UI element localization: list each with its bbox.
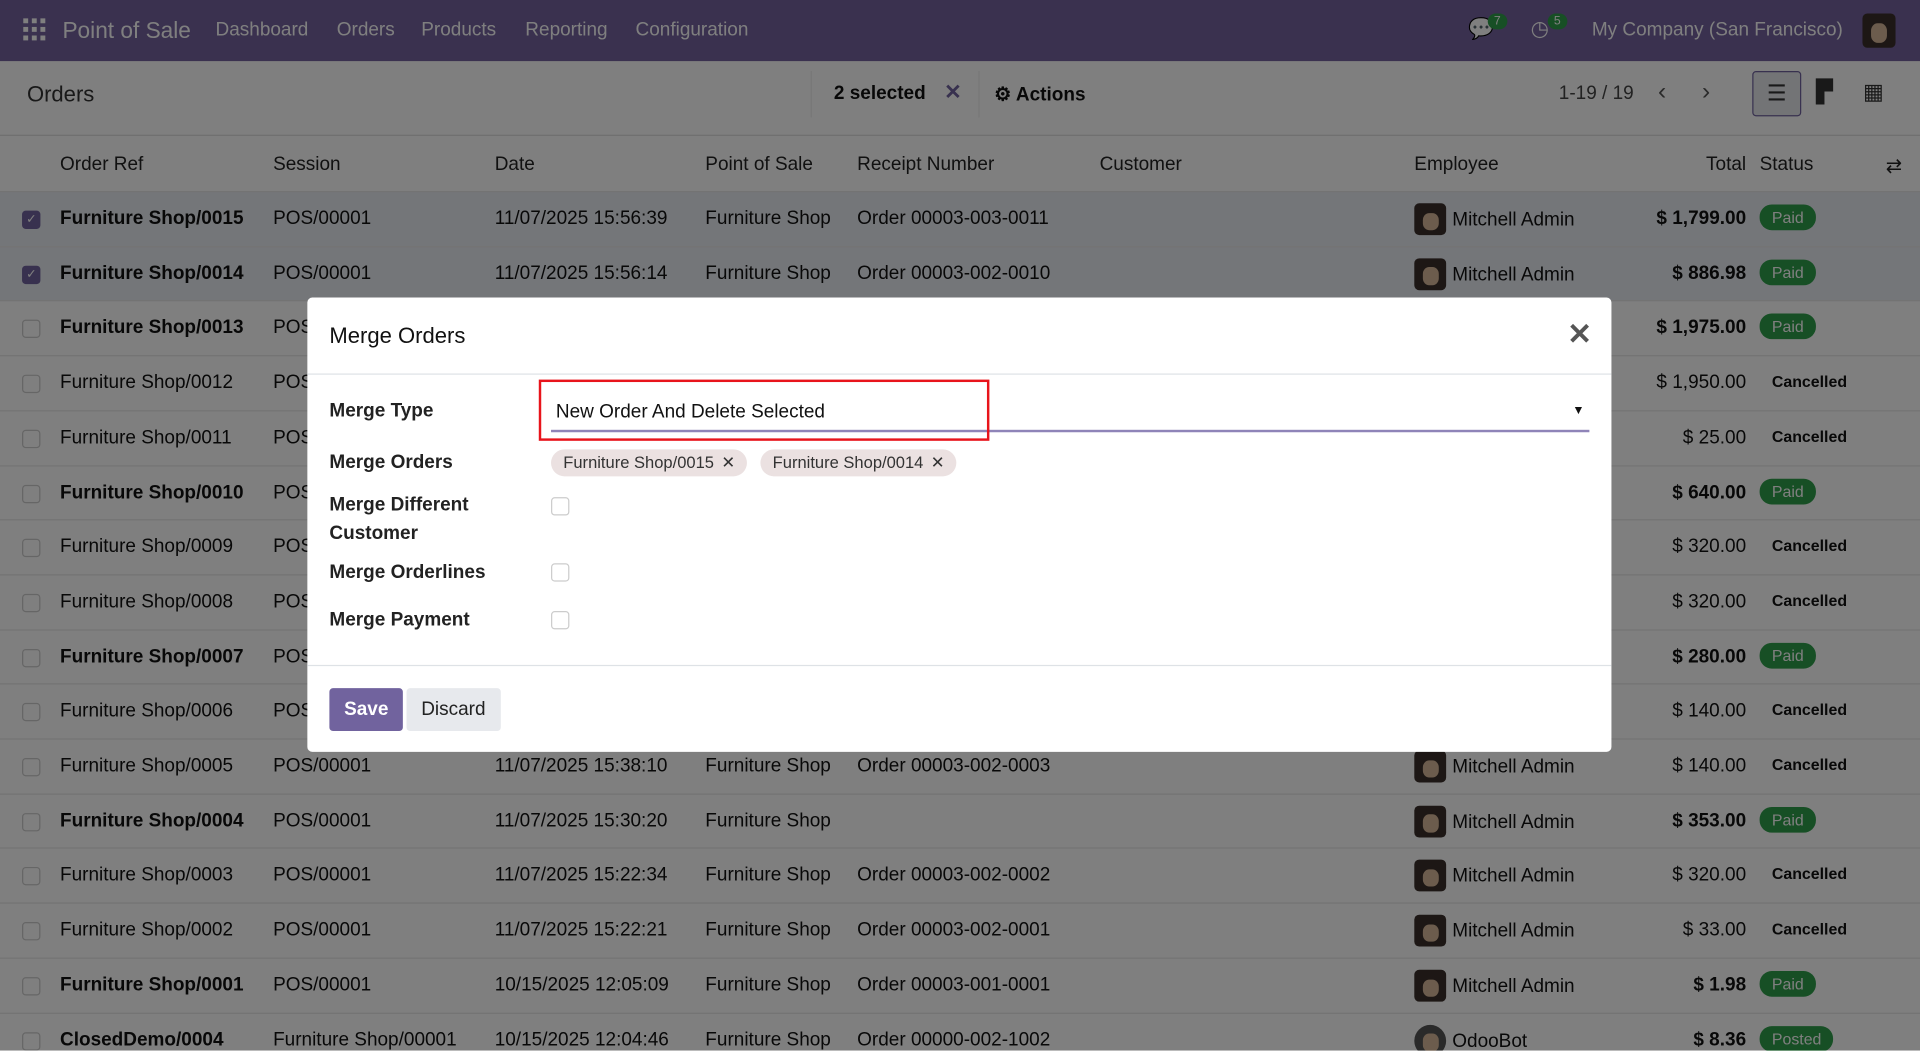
stage: Point of Sale Dashboard Orders Products … [0, 0, 1920, 1051]
merge-payment-checkbox[interactable] [551, 611, 570, 630]
chevron-down-icon: ▼ [1572, 404, 1585, 418]
merge-orders-label: Merge Orders [329, 451, 453, 473]
discard-button[interactable]: Discard [406, 688, 501, 732]
highlight-box [538, 379, 990, 441]
close-icon[interactable]: ✕ [1567, 317, 1592, 353]
order-tag: Furniture Shop/0014 ✕ [760, 449, 957, 477]
tag-label: Furniture Shop/0015 [563, 453, 714, 472]
remove-tag-icon[interactable]: ✕ [931, 453, 945, 471]
merge-orderlines-checkbox[interactable] [551, 563, 570, 582]
remove-tag-icon[interactable]: ✕ [721, 453, 735, 471]
tag-label: Furniture Shop/0014 [772, 453, 924, 472]
dialog-footer-divider [307, 664, 1612, 667]
merge-orders-dialog: Merge Orders ✕ Merge Type New Order And … [307, 297, 1612, 752]
save-button[interactable]: Save [329, 688, 404, 732]
merge-different-customer-label: Merge Different Customer [329, 494, 469, 544]
dialog-title: Merge Orders [329, 323, 466, 348]
merge-orderlines-label: Merge Orderlines [329, 562, 486, 583]
merge-payment-label: Merge Payment [329, 609, 470, 631]
merge-different-customer-checkbox[interactable] [551, 497, 570, 516]
merge-type-label: Merge Type [329, 400, 434, 422]
dialog-header: Merge Orders ✕ [307, 298, 1612, 375]
order-tag: Furniture Shop/0015 ✕ [551, 449, 748, 477]
